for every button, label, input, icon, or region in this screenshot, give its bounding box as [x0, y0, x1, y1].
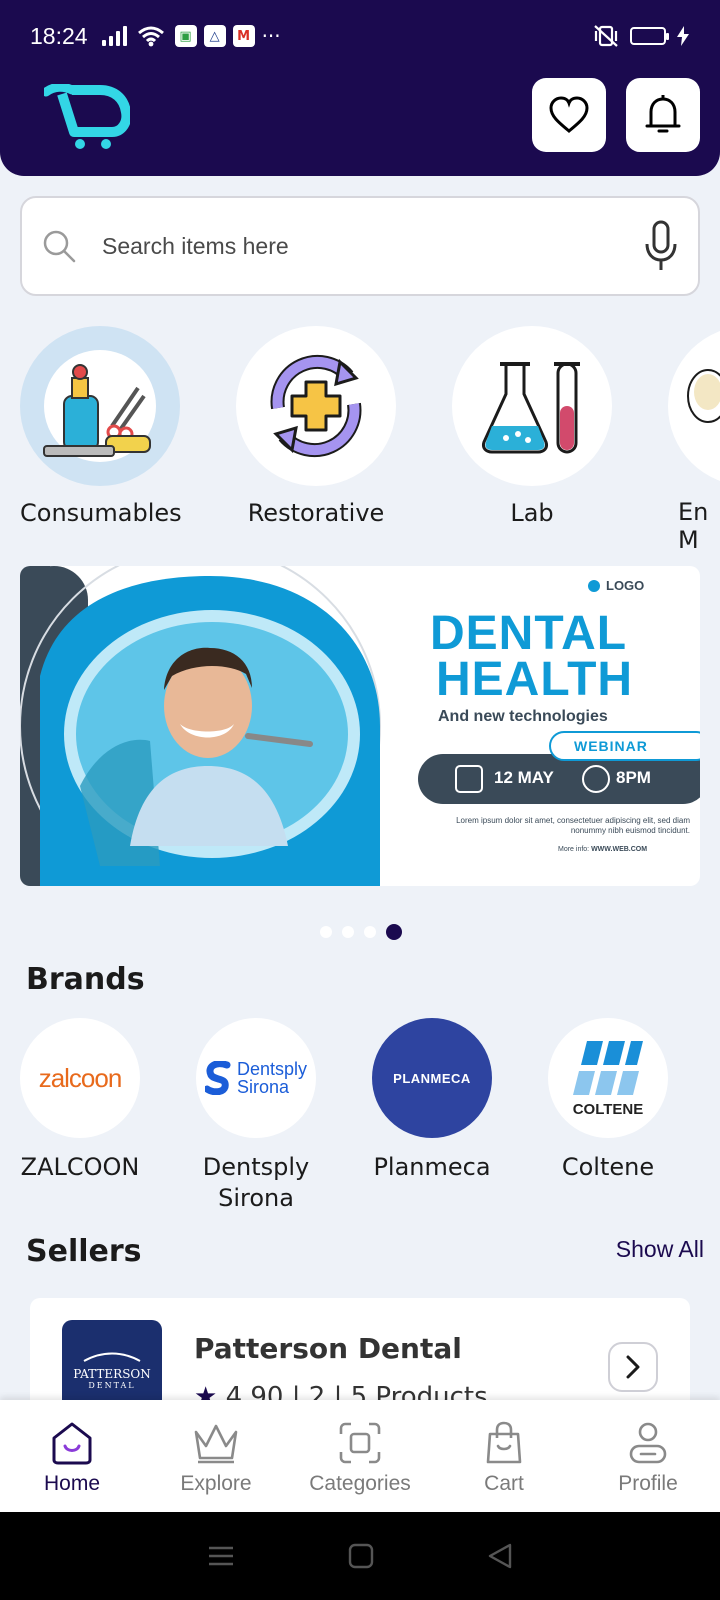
signal-icon: [101, 26, 127, 46]
nav-cart[interactable]: Cart: [432, 1400, 576, 1512]
nav-profile[interactable]: Profile: [576, 1400, 720, 1512]
notifications-button[interactable]: [626, 78, 700, 152]
app-logo-icon: [44, 84, 130, 149]
app-header: 18:24 ▣ △ M ···: [0, 0, 720, 176]
seller-open-button[interactable]: [608, 1342, 658, 1392]
brand-dentsply-sirona[interactable]: Dentsply Sirona Dentsply Sirona: [166, 1018, 346, 1214]
banner-date: 12 MAY: [494, 768, 554, 787]
search-placeholder[interactable]: Search items here: [102, 233, 644, 260]
category-label: Consumables: [20, 499, 182, 527]
brands-title: Brands: [26, 962, 145, 997]
seller-name: Patterson Dental: [194, 1332, 462, 1365]
zalcoon-logo: zalcoon: [20, 1018, 140, 1138]
back-icon[interactable]: [487, 1542, 513, 1570]
restorative-icon: [236, 326, 396, 486]
banner-webinar-badge: WEBINAR: [574, 738, 648, 754]
nav-explore[interactable]: Explore: [144, 1400, 288, 1512]
brand-planmeca[interactable]: PLANMECA Planmeca: [342, 1018, 522, 1183]
sellers-title: Sellers: [26, 1234, 142, 1269]
brand-label: Dentsply Sirona: [202, 1153, 310, 1212]
pagination-dot-active[interactable]: [386, 924, 402, 940]
category-label: Restorative: [247, 499, 385, 527]
more-notifications-icon: ···: [261, 24, 281, 48]
nav-label: Home: [43, 1472, 101, 1495]
category-partial-icon: [668, 326, 720, 486]
dentsply-mark-icon: [204, 1061, 231, 1095]
pagination-dot[interactable]: [342, 926, 354, 938]
wifi-icon: [137, 26, 164, 47]
banner-title-line1: DENTAL: [430, 607, 628, 660]
bell-icon: [645, 95, 681, 133]
charging-icon: [677, 26, 689, 46]
gmail-app-icon: M: [232, 25, 255, 47]
home-icon: [52, 1422, 92, 1465]
battery-icon: [630, 27, 669, 45]
dentsply-sirona-logo: Dentsply Sirona: [196, 1018, 316, 1138]
chevron-right-icon: [626, 1355, 640, 1379]
promo-banner[interactable]: LOGO DENTAL HEALTH And new technologies …: [20, 566, 700, 886]
pagination-dot[interactable]: [364, 926, 376, 938]
banner-more-info: More info: WWW.WEB.COM: [558, 846, 648, 853]
brand-zalcoon[interactable]: zalcoon ZALCOON: [0, 1018, 170, 1183]
category-partial[interactable]: En M: [668, 326, 720, 554]
favorites-button[interactable]: [532, 78, 606, 152]
banner-subtitle: And new technologies: [438, 708, 608, 725]
coltene-logo: COLTENE: [548, 1018, 668, 1138]
nav-home[interactable]: Home: [0, 1400, 144, 1512]
search-icon: [43, 230, 76, 263]
show-all-sellers-link[interactable]: Show All: [616, 1236, 704, 1263]
status-time: 18:24: [30, 22, 88, 49]
category-label: En M: [678, 498, 709, 554]
brand-label: ZALCOON: [20, 1153, 140, 1181]
home-square-icon[interactable]: [348, 1543, 374, 1569]
microphone-icon[interactable]: [644, 220, 678, 272]
heart-icon: [549, 96, 589, 133]
bottom-navigation: Home Explore Categories Cart Profile: [0, 1400, 720, 1512]
category-carousel[interactable]: Consumables Restorative Lab En M: [20, 326, 720, 562]
coltene-mark-icon: [573, 1040, 643, 1095]
patterson-mark-icon: [83, 1352, 141, 1362]
nav-label: Profile: [618, 1472, 678, 1495]
profile-icon: [629, 1422, 667, 1464]
categories-icon: [339, 1422, 381, 1464]
consumables-icon: [20, 326, 180, 486]
vibrate-icon: [594, 25, 618, 47]
category-lab[interactable]: Lab: [452, 326, 612, 528]
brand-coltene[interactable]: COLTENE Coltene: [518, 1018, 698, 1183]
brand-label: Planmeca: [373, 1153, 491, 1181]
banner-time: 8PM: [616, 768, 651, 787]
search-bar[interactable]: Search items here: [20, 196, 700, 296]
category-label: Lab: [510, 499, 554, 527]
banner-pagination[interactable]: [320, 924, 402, 940]
banner-title-line2: HEALTH: [436, 653, 634, 706]
menu-icon[interactable]: [207, 1544, 235, 1568]
crown-icon: [194, 1424, 238, 1464]
brands-list[interactable]: zalcoon ZALCOON Dentsply Sirona Dentsply…: [0, 1018, 720, 1218]
system-navigation-bar: [0, 1512, 720, 1600]
nav-label: Cart: [484, 1472, 524, 1495]
banner-body: Lorem ipsum dolor sit amet, consectetuer…: [456, 816, 690, 835]
banner-logo: LOGO: [606, 578, 645, 593]
category-restorative[interactable]: Restorative: [236, 326, 396, 528]
category-consumables[interactable]: Consumables: [20, 326, 182, 528]
shopping-bag-icon: [486, 1421, 522, 1464]
nav-label: Explore: [180, 1472, 252, 1495]
chat-app-icon: ▣: [174, 25, 197, 47]
brand-label: Coltene: [561, 1153, 655, 1181]
drive-app-icon: △: [203, 25, 226, 47]
nav-categories[interactable]: Categories: [288, 1400, 432, 1512]
planmeca-logo: PLANMECA: [372, 1018, 492, 1138]
lab-flask-icon: [452, 326, 612, 486]
status-bar: 18:24 ▣ △ M ···: [30, 18, 690, 54]
pagination-dot[interactable]: [320, 926, 332, 938]
nav-label: Categories: [309, 1472, 411, 1495]
